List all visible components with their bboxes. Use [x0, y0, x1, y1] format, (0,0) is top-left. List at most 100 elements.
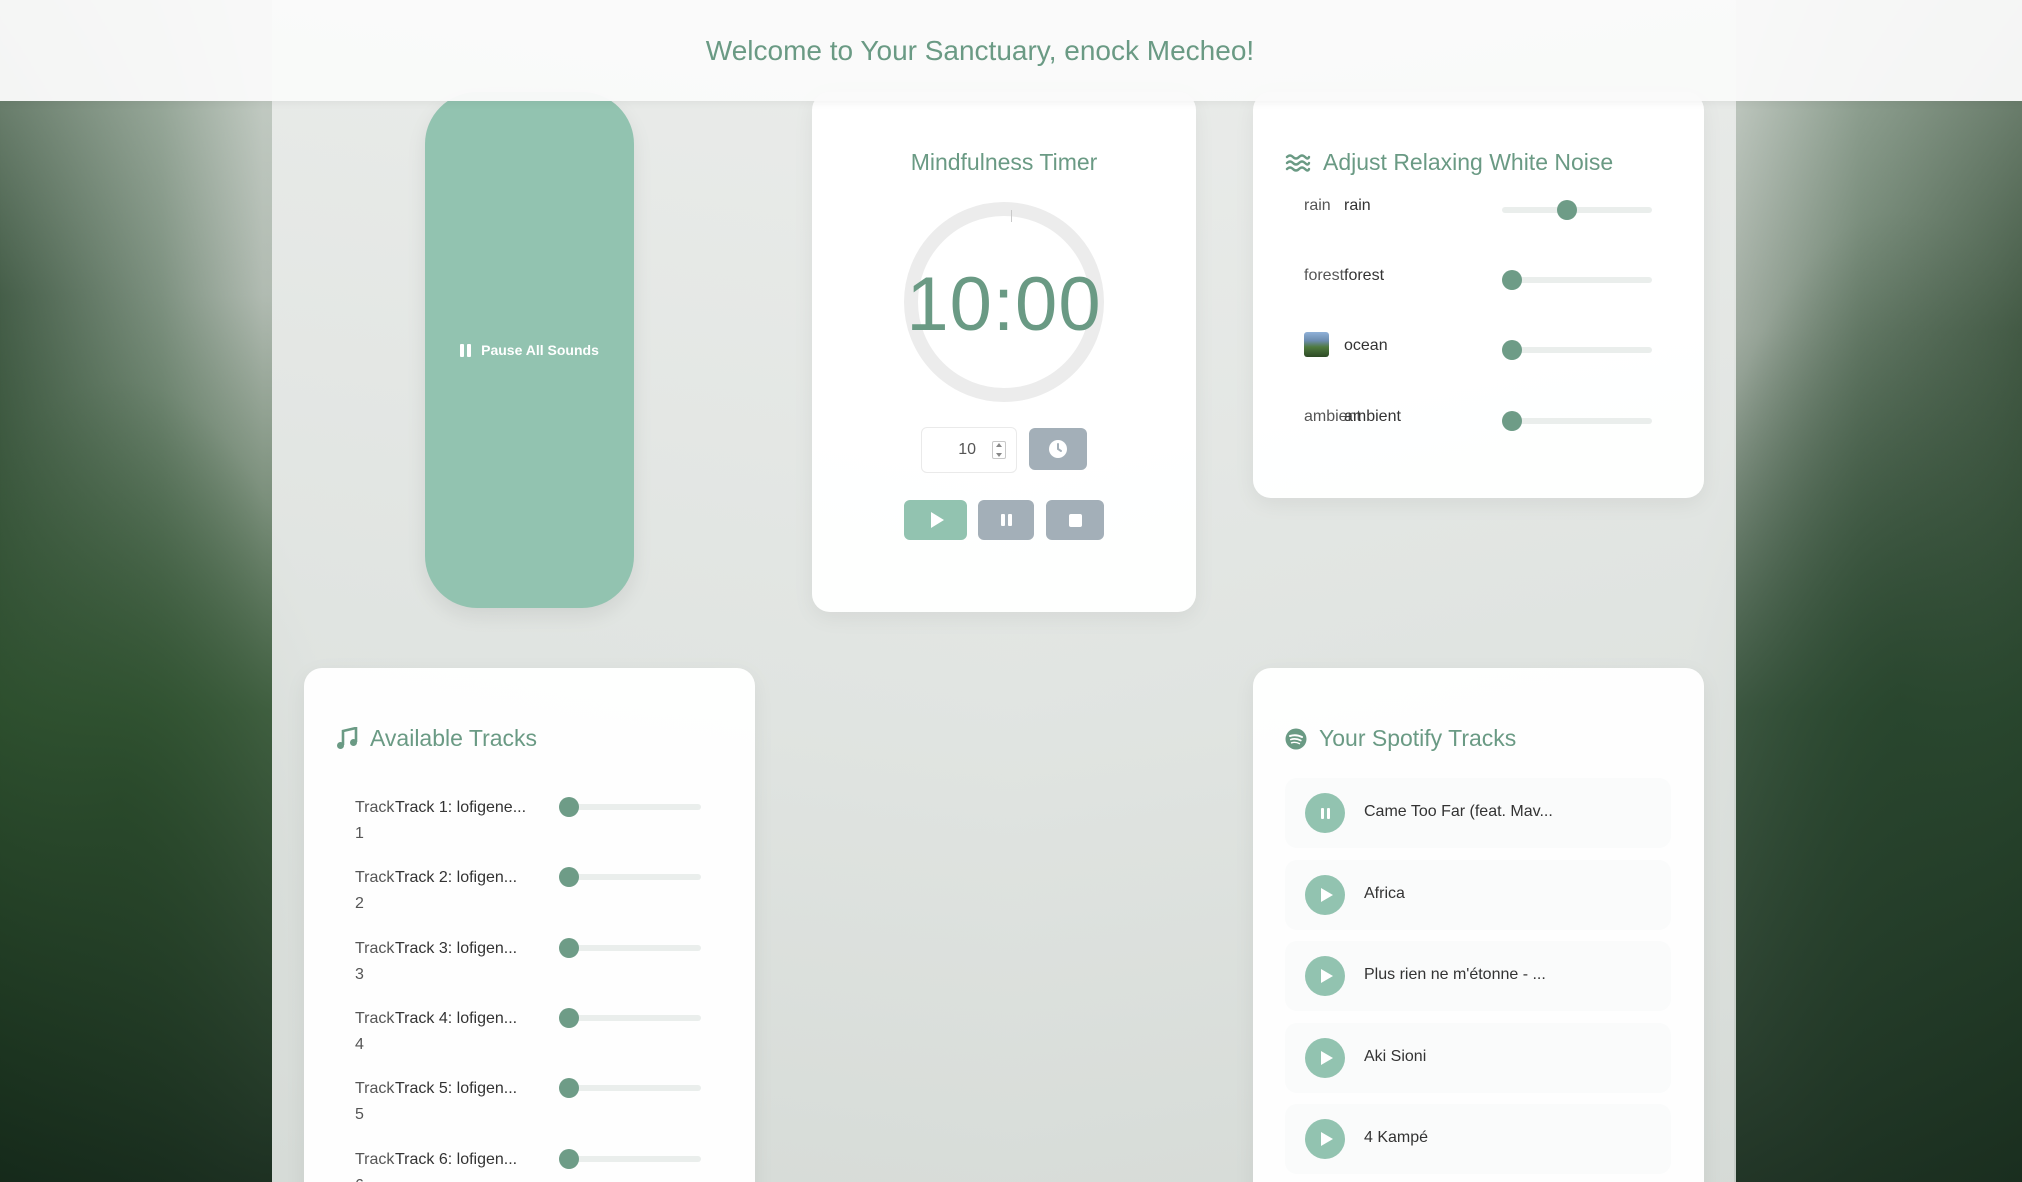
- pause-all-sounds-button[interactable]: Pause All Sounds: [425, 92, 634, 608]
- timer-display: 10:00: [906, 262, 1102, 347]
- spotify-pause-button[interactable]: [1305, 793, 1345, 833]
- spotify-track-name: 4 Kampé: [1364, 1129, 1429, 1146]
- spotify-track-name: Plus rien ne m'étonne - ...: [1364, 966, 1546, 983]
- track-alt-text: Track 5: [355, 1080, 395, 1123]
- track-volume-slider[interactable]: [559, 938, 701, 958]
- spotify-play-button[interactable]: [1305, 875, 1345, 915]
- track-name: Track 3: lofigen...: [395, 940, 518, 957]
- track-name: Track 2: lofigen...: [395, 869, 518, 886]
- track-row: Track 4 Track 4: lofigen...: [355, 1002, 735, 1062]
- spotify-track-name: Came Too Far (feat. Mav...: [1364, 803, 1553, 820]
- noise-label: forest: [1344, 267, 1385, 284]
- pause-icon: [1000, 514, 1012, 526]
- spotify-tracks-card: Your Spotify Tracks Came Too Far (feat. …: [1253, 668, 1704, 1182]
- stop-icon: [1068, 513, 1082, 527]
- top-header: Welcome to Your Sanctuary, enock Mecheo!: [0, 0, 2022, 101]
- noise-alt-text: forest: [1304, 267, 1345, 284]
- noise-volume-slider[interactable]: [1502, 270, 1652, 290]
- white-noise-card: Adjust Relaxing White Noise rain rain fore…: [1253, 92, 1704, 498]
- track-name: Track 5: lofigen...: [395, 1080, 518, 1097]
- spotify-track-row[interactable]: Plus rien ne m'étonne - ...: [1285, 941, 1671, 1011]
- noise-row-ambient: ambient ambient: [1304, 398, 1684, 438]
- track-alt-text: Track 1: [355, 799, 395, 842]
- slider-handle[interactable]: [1502, 411, 1522, 431]
- slider-handle[interactable]: [1502, 270, 1522, 290]
- track-volume-slider[interactable]: [559, 797, 701, 817]
- spotify-track-row[interactable]: Aki Sioni: [1285, 1023, 1671, 1093]
- noise-alt-text: rain: [1304, 197, 1331, 214]
- track-alt-text: Track 2: [355, 869, 395, 912]
- track-row: Track 1 Track 1: lofigene...: [355, 791, 735, 851]
- track-alt-text: Track 6: [355, 1151, 395, 1182]
- pause-all-label: Pause All Sounds: [481, 342, 599, 358]
- track-name: Track 6: lofigen...: [395, 1151, 518, 1168]
- clock-icon: [1049, 440, 1067, 458]
- play-icon: [1320, 888, 1333, 902]
- background-forest-right: [1734, 0, 2022, 1182]
- noise-row-rain: rain rain: [1304, 187, 1684, 227]
- play-icon: [1320, 969, 1333, 983]
- white-noise-title: Adjust Relaxing White Noise: [1285, 149, 1613, 176]
- play-icon: [1320, 1132, 1333, 1146]
- slider-handle[interactable]: [559, 1149, 579, 1169]
- track-volume-slider[interactable]: [559, 1008, 701, 1028]
- noise-label: rain: [1344, 197, 1371, 214]
- slider-handle[interactable]: [559, 1008, 579, 1028]
- slider-handle[interactable]: [559, 1078, 579, 1098]
- play-icon: [1320, 1051, 1333, 1065]
- pause-icon: [460, 343, 472, 357]
- pause-icon: [1320, 807, 1330, 819]
- noise-label: ocean: [1344, 337, 1388, 354]
- spotify-track-row[interactable]: Africa: [1285, 860, 1671, 930]
- spotify-icon: [1285, 728, 1307, 750]
- waves-icon: [1285, 153, 1311, 173]
- noise-alt-text: ambient: [1304, 408, 1361, 425]
- track-volume-slider[interactable]: [559, 867, 701, 887]
- background-forest-left: [0, 0, 272, 1182]
- spotify-tracks-title: Your Spotify Tracks: [1285, 725, 1516, 752]
- slider-handle[interactable]: [559, 938, 579, 958]
- noise-row-ocean: ocean: [1304, 327, 1684, 367]
- spotify-play-button[interactable]: [1305, 956, 1345, 996]
- slider-handle[interactable]: [559, 867, 579, 887]
- spotify-track-row[interactable]: Came Too Far (feat. Mav...: [1285, 778, 1671, 848]
- track-name: Track 1: lofigene...: [395, 799, 527, 816]
- mindfulness-timer-card: Mindfulness Timer 10:00 10: [812, 92, 1196, 612]
- music-note-icon: [336, 726, 358, 751]
- slider-handle[interactable]: [1502, 340, 1522, 360]
- timer-pause-button[interactable]: [978, 500, 1034, 540]
- play-icon: [930, 512, 944, 528]
- track-row: Track 6Track 6: lofigen...: [355, 1143, 735, 1182]
- track-row: Track 3 Track 3: lofigen...: [355, 932, 735, 992]
- noise-volume-slider[interactable]: [1502, 200, 1652, 220]
- noise-volume-slider[interactable]: [1502, 411, 1652, 431]
- track-name: Track 4: lofigen...: [395, 1010, 518, 1027]
- track-row: Track 2 Track 2: lofigen...: [355, 861, 735, 921]
- welcome-title: Welcome to Your Sanctuary, enock Mecheo!: [705, 34, 1255, 66]
- spotify-track-name: Aki Sioni: [1364, 1048, 1427, 1065]
- track-volume-slider[interactable]: [559, 1149, 701, 1169]
- stepper-icon[interactable]: [992, 441, 1006, 459]
- spotify-play-button[interactable]: [1305, 1119, 1345, 1159]
- slider-handle[interactable]: [559, 797, 579, 817]
- spotify-play-button[interactable]: [1305, 1038, 1345, 1078]
- spotify-track-name: Africa: [1364, 885, 1405, 902]
- noise-volume-slider[interactable]: [1502, 340, 1652, 360]
- slider-handle[interactable]: [1556, 200, 1577, 220]
- track-alt-text: Track 4: [355, 1010, 395, 1053]
- noise-row-forest: forest forest: [1304, 257, 1684, 297]
- track-alt-text: Track 3: [355, 940, 395, 983]
- timer-title: Mindfulness Timer: [910, 149, 1098, 175]
- available-tracks-card: Available Tracks Track 1 Track 1: lofigen…: [304, 668, 755, 1182]
- available-tracks-title: Available Tracks: [336, 725, 537, 752]
- ring-tick: [1011, 210, 1012, 222]
- timer-stop-button[interactable]: [1046, 500, 1104, 540]
- minutes-input[interactable]: 10: [921, 427, 1017, 473]
- ocean-thumbnail: [1304, 332, 1329, 357]
- timer-play-button[interactable]: [904, 500, 967, 540]
- set-timer-button[interactable]: [1029, 428, 1087, 470]
- minutes-value: 10: [958, 441, 976, 458]
- track-row: Track 5 Track 5: lofigen...: [355, 1072, 735, 1132]
- spotify-track-row[interactable]: 4 Kampé: [1285, 1104, 1671, 1174]
- track-volume-slider[interactable]: [559, 1078, 701, 1098]
